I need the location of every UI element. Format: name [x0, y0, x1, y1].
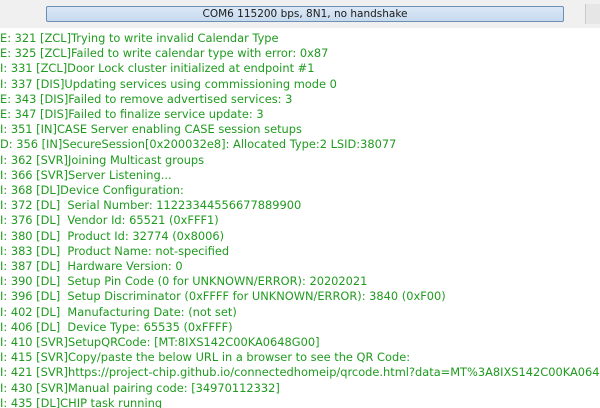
log-line: I: 430 [SVR]Manual pairing code: [349701… — [0, 380, 280, 395]
log-output[interactable]: E: 321 [ZCL]Trying to write invalid Cale… — [0, 28, 600, 408]
log-line: I: 376 [DL] Vendor Id: 65521 (0xFFF1) — [0, 213, 219, 228]
log-line: I: 383 [DL] Product Name: not-specified — [0, 243, 230, 258]
log-line: I: 421 [SVR]https://project-chip.github.… — [0, 365, 600, 380]
connection-settings-label[interactable]: COM6 115200 bps, 8N1, no handshake — [46, 6, 564, 22]
log-line: I: 362 [SVR]Joining Multicast groups — [0, 152, 205, 167]
title-bar: COM6 115200 bps, 8N1, no handshake — [0, 0, 600, 28]
log-line: I: 390 [DL] Setup Pin Code (0 for UNKNOW… — [0, 274, 368, 289]
log-line: D: 356 [IN]SecureSession[0x200032e8]: Al… — [0, 137, 397, 152]
log-line: I: 368 [DL]Device Configuration: — [0, 183, 184, 197]
log-line: E: 321 [ZCL]Trying to write invalid Cale… — [0, 31, 279, 45]
log-line: I: 410 [SVR]SetupQRCode: [MT:8IXS142C00K… — [0, 335, 320, 349]
log-line: I: 331 [ZCL]Door Lock cluster initialize… — [0, 61, 315, 76]
log-line: I: 380 [DL] Product Id: 32774 (0x8006) — [0, 228, 225, 243]
log-line: I: 372 [DL] Serial Number: 1122334455667… — [0, 198, 302, 213]
log-line: I: 415 [SVR]Copy/paste the below URL in … — [0, 350, 411, 365]
log-line: I: 406 [DL] Device Type: 65535 (0xFFFF) — [0, 319, 233, 334]
log-line: I: 366 [SVR]Server Listening... — [0, 167, 172, 182]
log-line: I: 402 [DL] Manufacturing Date: (not set… — [0, 304, 237, 319]
log-line: I: 387 [DL] Hardware Version: 0 — [0, 259, 183, 273]
log-line: E: 347 [DIS]Failed to finalize service u… — [0, 107, 264, 121]
title-bar-edge — [585, 4, 600, 24]
serial-terminal-window: COM6 115200 bps, 8N1, no handshake E: 32… — [0, 0, 600, 408]
log-line: E: 343 [DIS]Failed to remove advertised … — [0, 91, 293, 106]
log-line: I: 435 [DL]CHIP task running — [0, 395, 163, 408]
log-line: I: 337 [DIS]Updating services using comm… — [0, 76, 337, 91]
log-line: I: 351 [IN]CASE Server enabling CASE ses… — [0, 122, 302, 137]
log-line: I: 396 [DL] Setup Discriminator (0xFFFF … — [0, 289, 446, 304]
log-line: E: 325 [ZCL]Failed to write calendar typ… — [0, 46, 329, 61]
